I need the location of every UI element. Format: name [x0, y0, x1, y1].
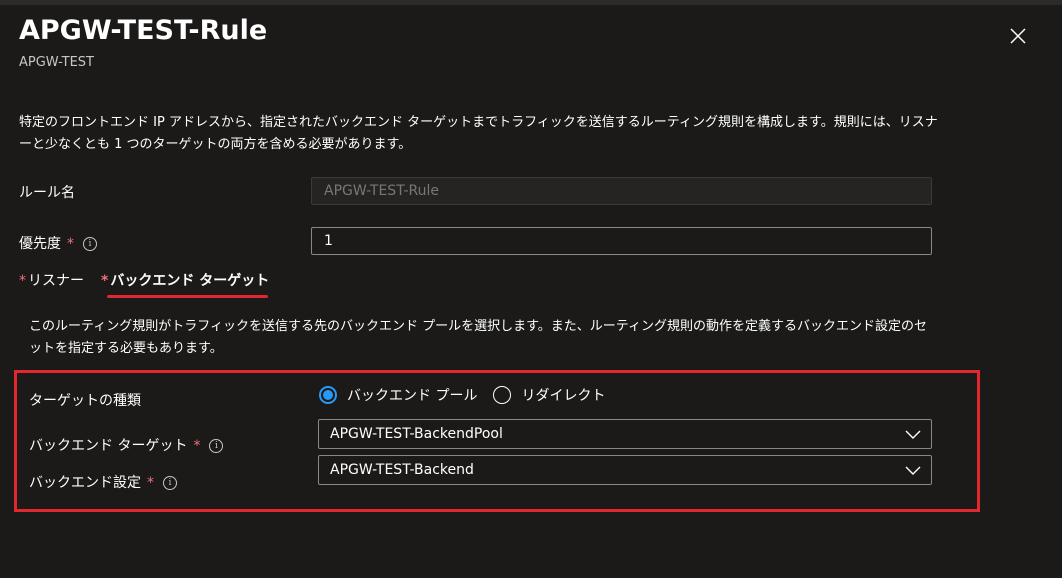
close-button[interactable]	[1006, 24, 1030, 48]
backend-target-select[interactable]: APGW-TEST-BackendPool	[318, 419, 932, 449]
rule-name-field[interactable]: APGW-TEST-Rule	[311, 177, 932, 205]
tab-backend-targets-label: バックエンド ターゲット	[110, 273, 270, 289]
priority-label: 優先度 * i	[19, 233, 97, 253]
target-type-label: ターゲットの種類	[29, 393, 141, 409]
rule-description: 特定のフロントエンド IP アドレスから、指定されたバックエンド ターゲットまで…	[19, 115, 938, 152]
top-border	[0, 0, 1062, 5]
required-marker: *	[19, 273, 26, 289]
radio-checked-icon	[319, 386, 337, 404]
tab-backend-targets[interactable]: * バックエンド ターゲット	[101, 270, 269, 290]
backend-settings-label-text: バックエンド設定	[29, 475, 141, 491]
close-icon	[1010, 28, 1026, 44]
page-subtitle: APGW-TEST	[19, 55, 94, 70]
tab-listener-label: リスナー	[28, 273, 84, 289]
required-marker: *	[67, 236, 74, 252]
backend-settings-value: APGW-TEST-Backend	[330, 462, 474, 478]
backend-target-value: APGW-TEST-BackendPool	[330, 426, 503, 442]
backend-settings-label: バックエンド設定 * i	[29, 472, 177, 492]
priority-field[interactable]: 1	[311, 227, 932, 255]
chevron-down-icon	[905, 430, 921, 439]
backend-target-label-text: バックエンド ターゲット	[29, 438, 188, 454]
active-tab-indicator	[107, 295, 268, 298]
backend-description: このルーティング規則がトラフィックを送信する先のバックエンド プールを選択します…	[29, 319, 928, 356]
radio-redirect[interactable]: リダイレクト	[493, 385, 605, 405]
radio-unchecked-icon	[493, 386, 512, 404]
rule-name-label: ルール名	[19, 185, 75, 201]
backend-settings-select[interactable]: APGW-TEST-Backend	[318, 455, 932, 485]
required-marker: *	[101, 273, 109, 289]
backend-target-label: バックエンド ターゲット * i	[29, 435, 224, 455]
target-type-radio-group: バックエンド プール リダイレクト	[319, 385, 621, 405]
info-icon[interactable]: i	[209, 439, 224, 453]
radio-dot	[323, 390, 333, 400]
info-icon[interactable]: i	[83, 237, 97, 251]
page-title: APGW-TEST-Rule	[19, 15, 268, 46]
info-icon[interactable]: i	[163, 476, 177, 490]
required-marker: *	[193, 438, 201, 454]
radio-backend-pool[interactable]: バックエンド プール	[319, 385, 477, 405]
chevron-down-icon	[905, 466, 921, 475]
required-marker: *	[147, 475, 154, 491]
radio-backend-pool-label: バックエンド プール	[347, 388, 478, 404]
radio-redirect-label: リダイレクト	[521, 388, 606, 404]
rule-edit-panel: APGW-TEST-Rule APGW-TEST 特定のフロントエンド IP ア…	[0, 0, 1062, 578]
priority-label-text: 優先度	[19, 236, 61, 252]
tab-listener[interactable]: * リスナー	[19, 270, 84, 290]
